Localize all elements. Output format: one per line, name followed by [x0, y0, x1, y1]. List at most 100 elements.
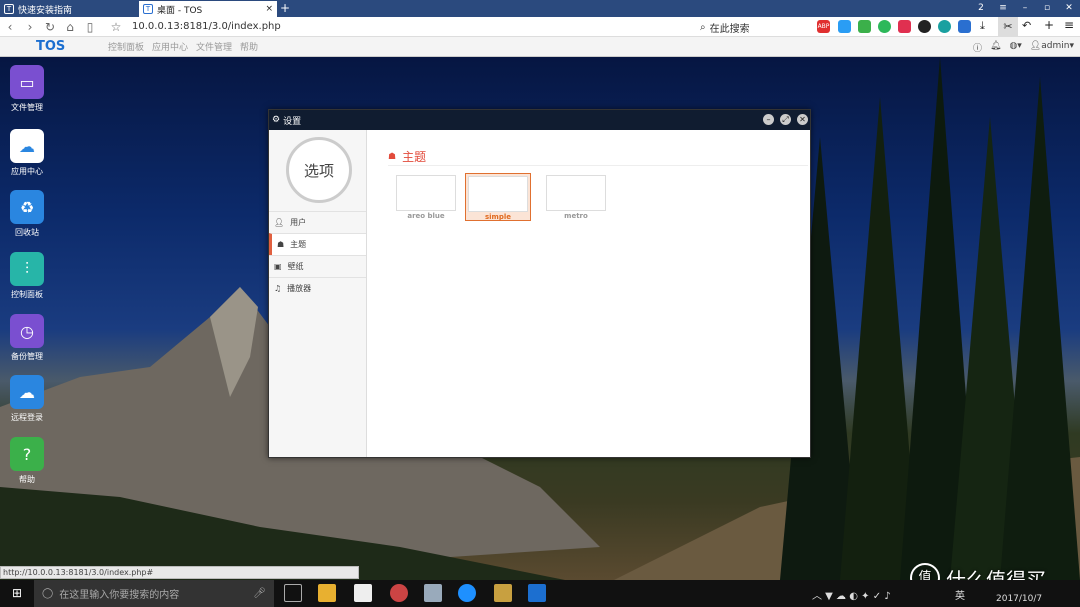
user-menu[interactable]: 👤︎admin▾ — [1030, 41, 1074, 54]
maximize-icon[interactable]: ▫ — [1036, 0, 1058, 16]
bookmark-item[interactable]: 控制面板 — [108, 40, 144, 53]
icon-label: 回收站 — [15, 228, 39, 237]
tab-label: 桌面 - TOS — [157, 5, 203, 16]
section-title: ☗ 主题 — [388, 148, 426, 165]
browser-icon[interactable] — [458, 584, 476, 602]
desktop-icon-recycle-bin[interactable]: ♻ 回收站 — [4, 190, 50, 238]
bell-icon[interactable]: 🔔︎ — [990, 41, 1001, 54]
app-icon[interactable] — [424, 584, 442, 602]
menu-more-icon[interactable]: ≡ — [1064, 18, 1074, 32]
play-ext-icon[interactable] — [838, 20, 851, 33]
forward-icon[interactable]: › — [20, 20, 40, 34]
desktop-icon-backup[interactable]: ◷ 备份管理 — [4, 314, 50, 362]
tab-desktop-tos[interactable]: T 桌面 - TOS × — [139, 1, 277, 17]
menu-icon[interactable]: ≡ — [992, 0, 1014, 16]
tos-app-icon[interactable] — [528, 584, 546, 602]
store-icon[interactable] — [354, 584, 372, 602]
desktop-icon-remote-login[interactable]: ☁ 远程登录 — [4, 375, 50, 423]
scissors-icon[interactable]: ✂ — [998, 17, 1018, 37]
undo-icon[interactable]: ↶ — [1022, 19, 1031, 32]
wechat-icon[interactable] — [878, 20, 891, 33]
reload-icon[interactable]: ↻ — [40, 20, 60, 34]
question-icon: ? — [10, 437, 44, 471]
theme-option-areo-blue[interactable]: areo blue — [393, 173, 459, 221]
ext-blue-icon[interactable] — [958, 20, 971, 33]
bookmark-item[interactable]: 帮助 — [240, 40, 258, 53]
desktop-icon-help[interactable]: ? 帮助 — [4, 437, 50, 485]
reader-icon[interactable]: ▯ — [80, 20, 100, 34]
menu-label: 播放器 — [287, 284, 312, 293]
menu-label: 主题 — [290, 240, 307, 249]
archive-icon[interactable] — [494, 584, 512, 602]
tab-quick-install[interactable]: T 快速安装指南 — [0, 1, 138, 17]
user-icon: 👤︎ — [274, 218, 285, 227]
ext-dark-icon[interactable] — [918, 20, 931, 33]
url-field[interactable]: 10.0.0.13:8181/3.0/index.php — [132, 21, 281, 32]
tab-label: 快速安装指南 — [18, 5, 73, 16]
theme-name: simple — [484, 213, 512, 221]
taskbar: ⊞ ◯ 在这里输入你要搜索的内容 🎤︎ ︿ ▼ ☁ ◐ ✦ ✓ ♪ 英 2017… — [0, 580, 1080, 607]
section-divider — [388, 165, 808, 166]
taskbar-search[interactable]: ◯ 在这里输入你要搜索的内容 🎤︎ — [34, 580, 274, 607]
icon-label: 远程登录 — [11, 413, 43, 422]
desktop-icon-app-center[interactable]: ☁ 应用中心 — [4, 129, 50, 177]
address-bar: ‹ › ↻ ⌂ ▯ ☆ 10.0.0.13:8181/3.0/index.php… — [0, 17, 1080, 37]
options-circle: 选项 — [286, 137, 352, 203]
search-icon: ⌕ — [700, 21, 706, 33]
ext-teal-icon[interactable] — [938, 20, 951, 33]
theme-option-simple[interactable]: simple — [465, 173, 531, 221]
icon-label: 帮助 — [19, 475, 35, 484]
search-placeholder: 在这里输入你要搜索的内容 — [59, 590, 180, 601]
task-view-icon[interactable] — [284, 584, 302, 602]
settings-content: ☗ 主题 areo blue simple metro — [368, 130, 810, 457]
add-icon[interactable]: + — [1044, 18, 1054, 32]
bookmarks-bar: TOS 控制面板 应用中心 文件管理 帮助 ⓘ 🔔︎ ◍▾ 👤︎admin▾ — [0, 37, 1080, 57]
download-icon[interactable]: ⤓ — [980, 19, 985, 33]
maximize-icon[interactable]: ⤢ — [780, 114, 791, 125]
image-icon: ▣ — [274, 262, 282, 271]
clock-date[interactable]: 2017/10/7 — [996, 594, 1042, 604]
tos-logo[interactable]: TOS — [36, 39, 108, 54]
adblock-icon[interactable]: ABP — [817, 20, 830, 33]
icon-label: 备份管理 — [11, 352, 43, 361]
file-explorer-icon[interactable] — [318, 584, 336, 602]
theme-option-metro[interactable]: metro — [543, 173, 609, 221]
menu-item-user[interactable]: 👤︎ 用户 — [269, 211, 366, 233]
new-tab-button[interactable]: + — [280, 0, 290, 16]
desktop-icon-file-manager[interactable]: ▭ 文件管理 — [4, 65, 50, 113]
search-box[interactable]: ⌕ 在此搜索 — [700, 20, 808, 35]
menu-label: 用户 — [290, 218, 307, 227]
bookmark-item[interactable]: 应用中心 — [152, 40, 188, 53]
palette-icon: ☗ — [277, 240, 285, 249]
app-icon[interactable] — [390, 584, 408, 602]
back-icon[interactable]: ‹ — [0, 20, 20, 34]
ext-green-icon[interactable] — [858, 20, 871, 33]
cloud-bag-icon: ☁ — [10, 129, 44, 163]
trash-icon: ♻ — [10, 190, 44, 224]
desktop-icon-control-panel[interactable]: ⫶ 控制面板 — [4, 252, 50, 300]
windows-start-icon[interactable]: ⊞ — [12, 586, 22, 600]
globe-icon[interactable]: ◍▾ — [1009, 41, 1021, 54]
close-icon[interactable]: ✕ — [797, 114, 808, 125]
info-icon[interactable]: ⓘ — [973, 41, 982, 54]
username: admin — [1041, 41, 1070, 51]
close-window-icon[interactable]: ✕ — [1058, 0, 1080, 16]
menu-item-theme[interactable]: ☗ 主题 — [269, 233, 366, 255]
theme-name: metro — [564, 212, 588, 220]
tray-icons[interactable]: ︿ ▼ ☁ ◐ ✦ ✓ ♪ — [812, 587, 891, 602]
close-tab-icon[interactable]: × — [265, 4, 273, 14]
ext-red-icon[interactable] — [898, 20, 911, 33]
icon-label: 文件管理 — [11, 103, 43, 112]
settings-window: ⚙ 设置 – ⤢ ✕ 选项 👤︎ 用户 ☗ 主题 ▣ 壁纸 ♫ 播放器 ☗ 主题 — [268, 109, 811, 458]
minimize-icon[interactable]: – — [763, 114, 774, 125]
ime-indicator[interactable]: 英 — [955, 587, 965, 602]
menu-item-player[interactable]: ♫ 播放器 — [269, 277, 366, 299]
bookmark-star-icon[interactable]: ☆ — [106, 20, 126, 34]
window-titlebar[interactable]: ⚙ 设置 – ⤢ ✕ — [269, 110, 810, 130]
menu-item-wallpaper[interactable]: ▣ 壁纸 — [269, 255, 366, 277]
minimize-icon[interactable]: – — [1014, 0, 1036, 16]
menu-label: 壁纸 — [287, 262, 304, 271]
theme-preview — [546, 175, 606, 211]
home-icon[interactable]: ⌂ — [60, 20, 80, 34]
bookmark-item[interactable]: 文件管理 — [196, 40, 232, 53]
